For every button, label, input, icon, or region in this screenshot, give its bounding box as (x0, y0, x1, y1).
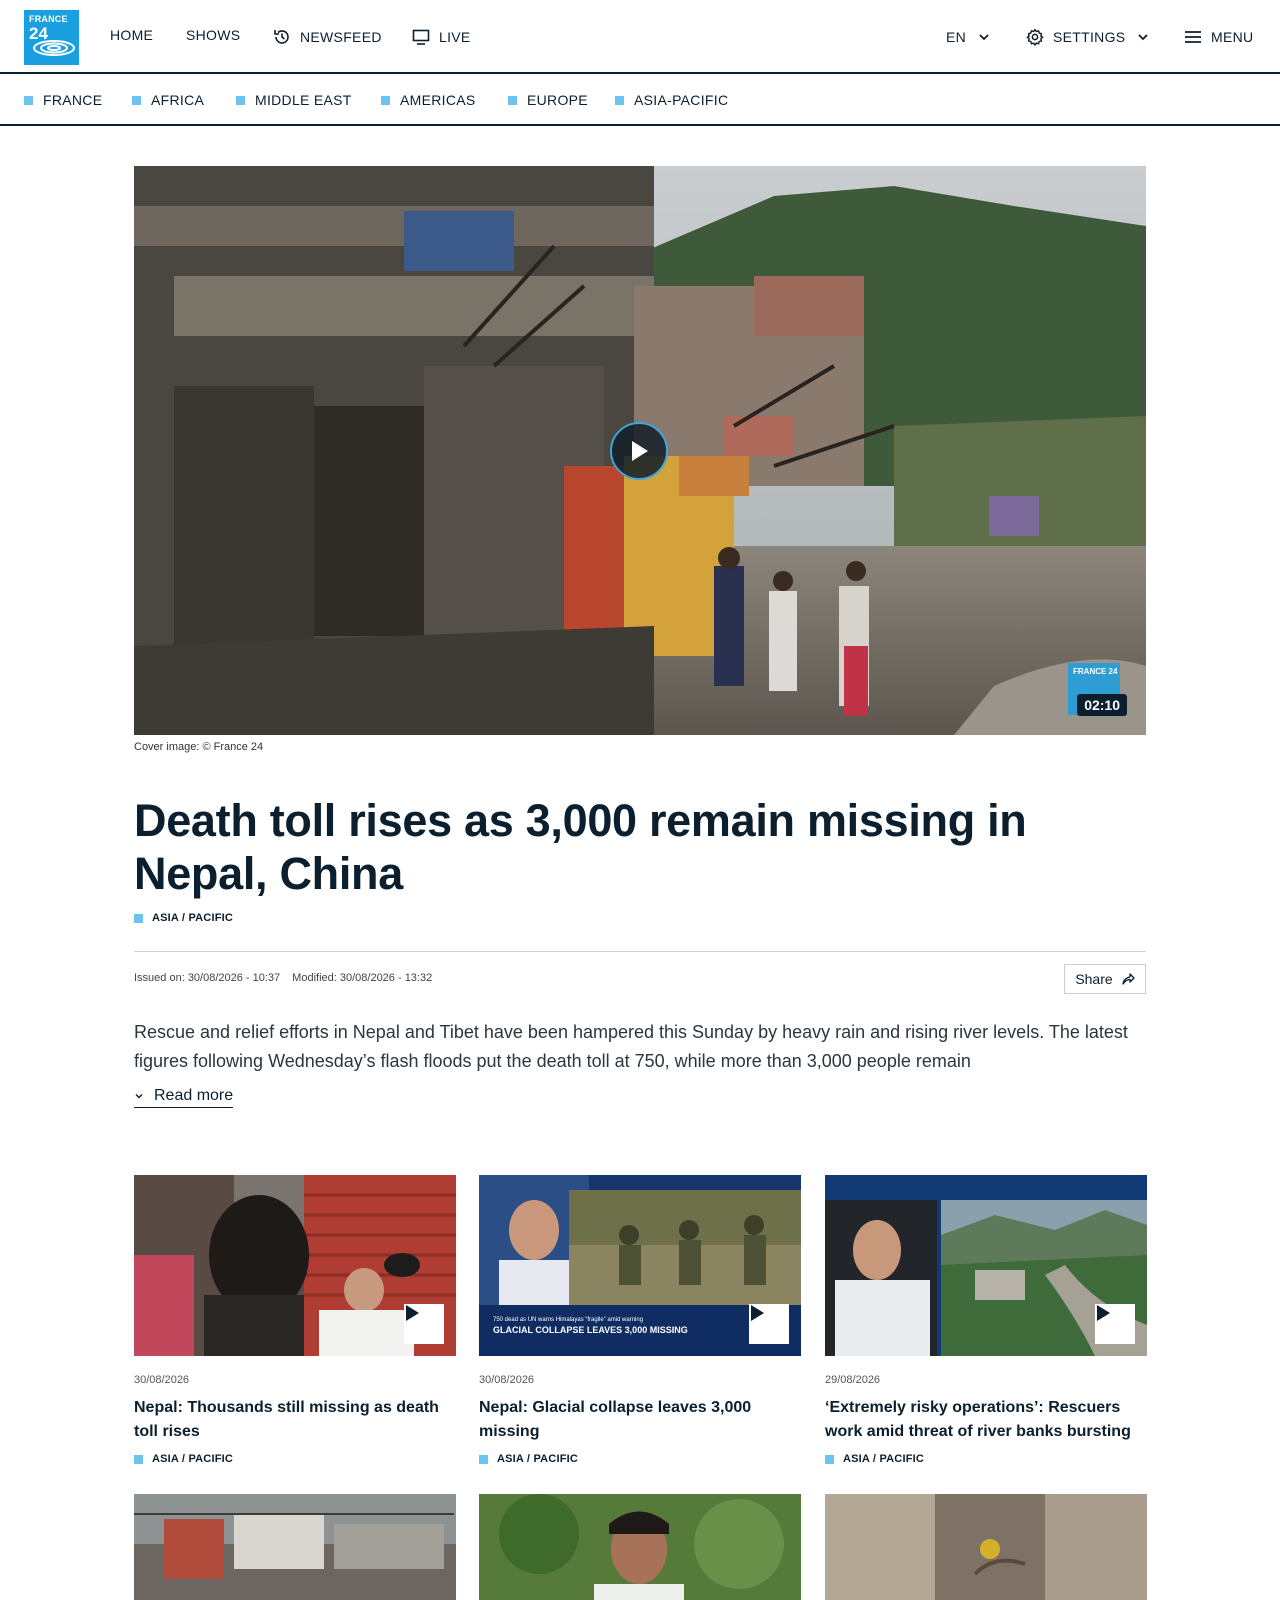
chevron-down-icon (1138, 34, 1149, 41)
card-date: 30/08/2026 (134, 1374, 190, 1386)
hero-video-player[interactable]: FRANCE 24 02:10 (134, 166, 1146, 735)
read-more-label: Read more (154, 1087, 234, 1104)
nav-newsfeed[interactable]: NEWSFEED (272, 27, 382, 47)
card-title[interactable]: ‘Extremely risky operations’: Rescuers w… (825, 1396, 1147, 1444)
card-date: 30/08/2026 (479, 1374, 535, 1386)
nav-live[interactable]: LIVE (411, 27, 471, 47)
tag-label: ASIA / PACIFIC (843, 1453, 925, 1465)
region-label: AMERICAS (400, 92, 476, 108)
region-africa[interactable]: AFRICA (132, 92, 204, 108)
hero-play-button[interactable] (610, 422, 668, 480)
card-date: 29/08/2026 (825, 1374, 881, 1386)
card-thumbnail[interactable]: 750 dead as UN warns Himalayas “fragile”… (479, 1175, 801, 1356)
region-marker (132, 95, 141, 105)
related-card[interactable]: 750 dead as UN warns Himalayas “fragile”… (479, 1175, 801, 1465)
tag-marker (134, 1454, 143, 1464)
chevron-down-icon (135, 1094, 143, 1099)
region-marker (615, 95, 624, 105)
play-icon (406, 1305, 419, 1321)
card-title[interactable]: Nepal: Thousands still missing as death … (134, 1396, 456, 1444)
watermark-text: FRANCE 24 (1073, 667, 1118, 676)
card-play-button[interactable] (1095, 1304, 1135, 1344)
region-nav: FRANCE AFRICA MIDDLE EAST AMERICAS EUROP… (0, 74, 1280, 126)
lower-third-small-text: 750 dead as UN warns Himalayas “fragile”… (493, 1317, 643, 1323)
nav-newsfeed-label: NEWSFEED (300, 29, 382, 45)
card-play-button[interactable] (749, 1304, 789, 1344)
region-europe[interactable]: EUROPE (508, 92, 588, 108)
related-card[interactable]: 30/08/2026 Nepal: Thousands still missin… (134, 1175, 456, 1465)
card-play-button[interactable] (404, 1304, 444, 1344)
share-arrow-icon (1122, 973, 1135, 985)
region-label: MIDDLE EAST (255, 92, 352, 108)
card-thumbnail[interactable] (479, 1494, 801, 1600)
card-video-frame (134, 1494, 456, 1600)
region-asia-pacific[interactable]: ASIA-PACIFIC (615, 92, 728, 108)
image-caption: Cover image: © France 24 (134, 741, 264, 753)
article-lede: Rescue and relief efforts in Nepal and T… (134, 1022, 1128, 1071)
tag-marker (479, 1454, 488, 1464)
top-header: FRANCE 24 HOME SHOWS NEWSFEED LIVE EN SE… (0, 0, 1280, 74)
card-thumbnail[interactable] (134, 1175, 456, 1356)
tag-marker (825, 1454, 834, 1464)
logo-text-line2: 24 (29, 24, 48, 43)
card-thumbnail[interactable] (825, 1175, 1147, 1356)
issued-date: Issued on: 30/08/2026 - 10:37 (134, 972, 281, 984)
history-icon (274, 30, 289, 44)
card-thumbnail[interactable] (134, 1494, 456, 1600)
read-more-button[interactable]: Read more (134, 1087, 234, 1108)
play-icon (1097, 1305, 1110, 1321)
region-middle-east[interactable]: MIDDLE EAST (236, 92, 352, 108)
article-headline: Death toll rises as 3,000 remain missing… (134, 795, 1027, 899)
tag-label: ASIA / PACIFIC (152, 1453, 234, 1465)
nav-home[interactable]: HOME (110, 27, 153, 43)
play-icon (751, 1305, 764, 1321)
region-label: AFRICA (151, 92, 205, 108)
tv-icon (412, 29, 430, 45)
region-marker (236, 95, 245, 105)
card-video-frame (479, 1494, 801, 1600)
hamburger-icon (1185, 31, 1201, 43)
article-dates: Issued on: 30/08/2026 - 10:37 Modified: … (134, 972, 432, 984)
settings-button[interactable]: SETTINGS (1025, 27, 1153, 47)
menu-label: MENU (1211, 29, 1254, 45)
france24-logo[interactable]: FRANCE 24 (24, 10, 79, 65)
tag-marker (134, 913, 143, 923)
play-icon (632, 441, 648, 461)
region-label: FRANCE (43, 92, 103, 108)
region-marker (24, 95, 33, 105)
card-tag[interactable]: ASIA / PACIFIC (134, 1453, 456, 1465)
tag-label: ASIA / PACIFIC (497, 1453, 579, 1465)
tag-label: ASIA / PACIFIC (152, 912, 234, 924)
nav-shows[interactable]: SHOWS (186, 27, 240, 43)
region-americas[interactable]: AMERICAS (381, 92, 476, 108)
nav-live-label: LIVE (439, 29, 471, 45)
logo-text-line1: FRANCE (29, 14, 68, 24)
region-france[interactable]: FRANCE (24, 92, 102, 108)
share-label: Share (1075, 971, 1113, 987)
related-card[interactable]: 29/08/2026 ‘Extremely risky operations’:… (825, 1175, 1147, 1465)
article-category-tag[interactable]: ASIA / PACIFIC (134, 912, 233, 924)
divider (134, 951, 1146, 952)
chevron-down-icon (979, 34, 989, 41)
card-tag[interactable]: ASIA / PACIFIC (825, 1453, 1147, 1465)
video-duration: 02:10 (1077, 694, 1127, 716)
modified-date: Modified: 30/08/2026 - 13:32 (292, 972, 433, 984)
gear-icon (1026, 28, 1044, 46)
nav-home-label: HOME (110, 27, 154, 43)
card-title[interactable]: Nepal: Glacial collapse leaves 3,000 mis… (479, 1396, 801, 1444)
region-marker (508, 95, 517, 105)
card-video-frame (825, 1494, 1147, 1600)
nav-shows-label: SHOWS (186, 27, 241, 43)
card-thumbnail[interactable] (825, 1494, 1147, 1600)
share-button[interactable]: Share (1064, 964, 1146, 994)
region-label: ASIA-PACIFIC (634, 92, 729, 108)
language-label: EN (946, 29, 967, 45)
settings-label: SETTINGS (1053, 29, 1126, 45)
card-tag[interactable]: ASIA / PACIFIC (479, 1453, 801, 1465)
language-selector[interactable]: EN (946, 27, 994, 47)
region-label: EUROPE (527, 92, 588, 108)
menu-button[interactable]: MENU (1183, 27, 1253, 47)
region-marker (381, 95, 390, 105)
lower-third-headline: GLACIAL COLLAPSE LEAVES 3,000 MISSING (493, 1325, 688, 1335)
